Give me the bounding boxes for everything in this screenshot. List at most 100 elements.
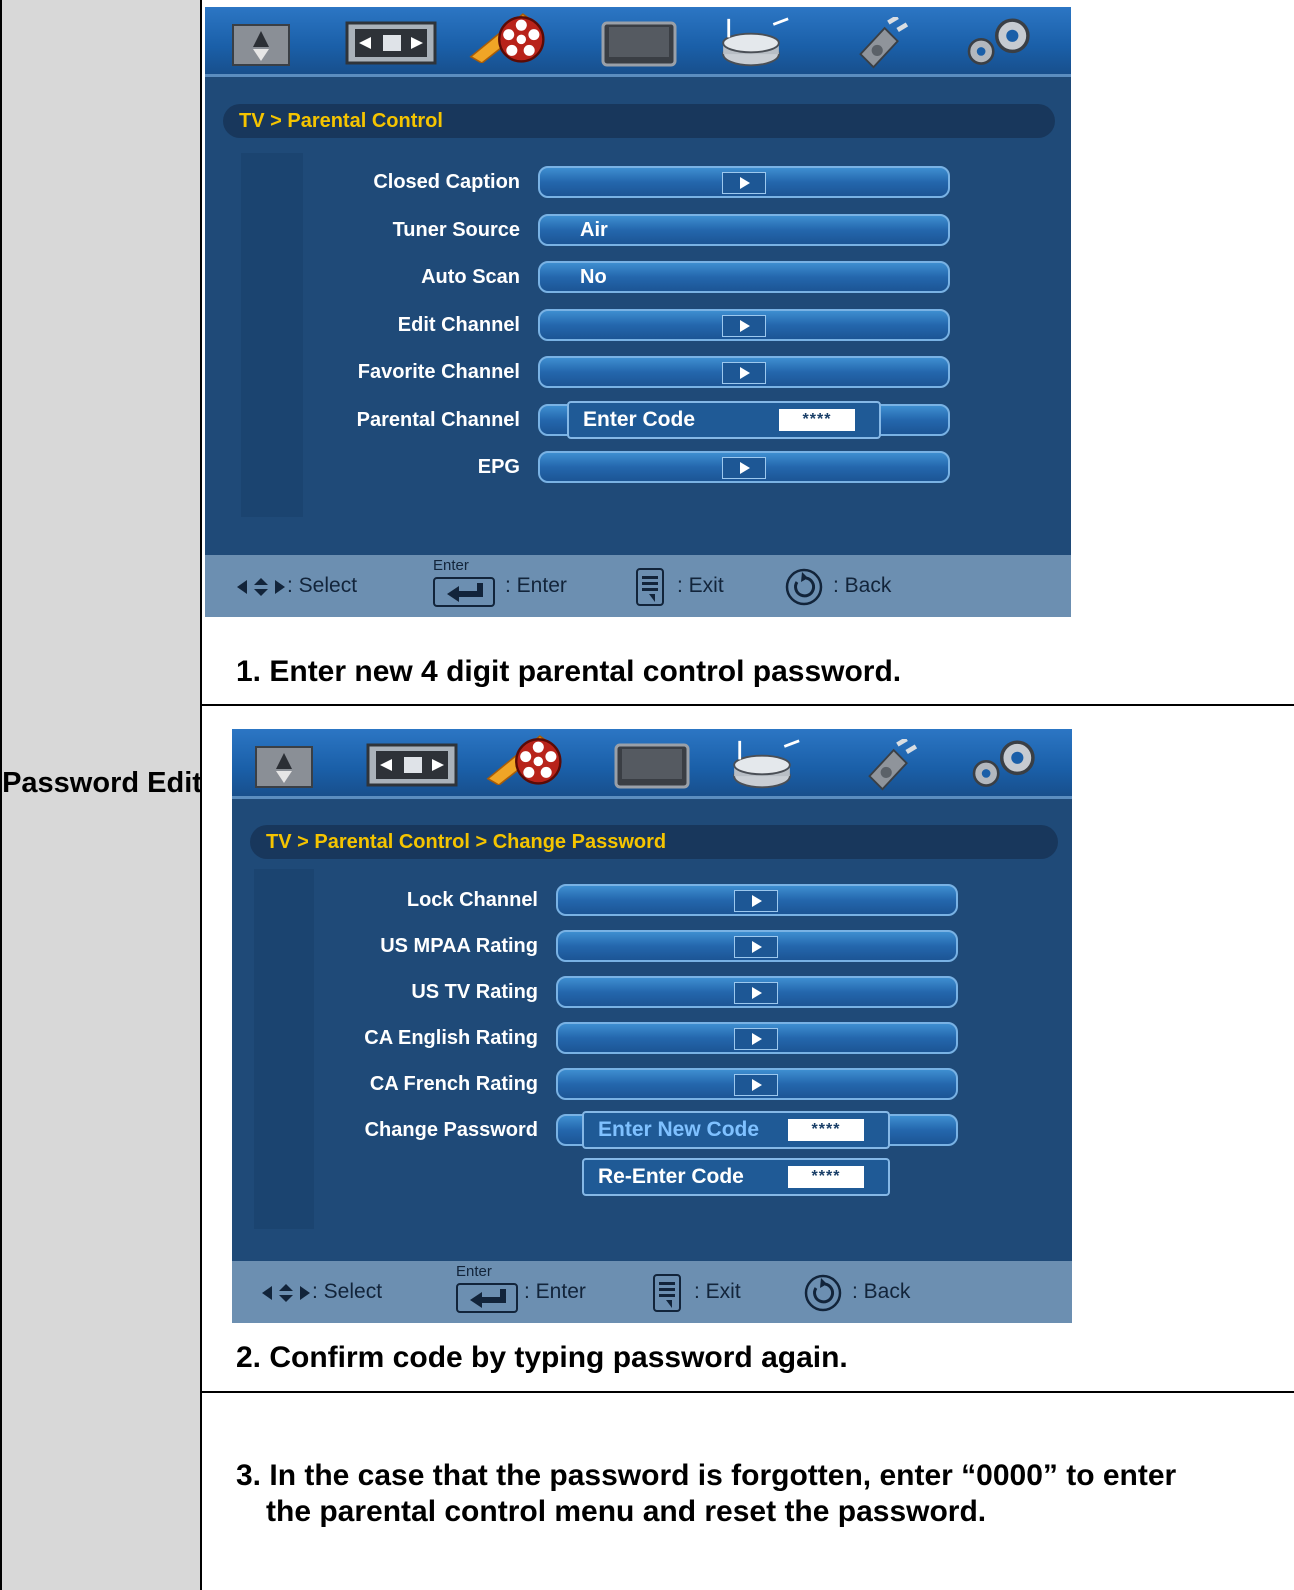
screen-size-icon xyxy=(345,21,437,65)
menu-row-slot[interactable]: Air xyxy=(538,214,950,246)
menu-row-slot[interactable] xyxy=(538,309,950,341)
footer-select-hint: : Select xyxy=(287,574,358,597)
film-reel-icon xyxy=(469,13,545,63)
menu-row-favorite-channel[interactable]: Favorite Channel xyxy=(205,354,1071,390)
footer-enter-hint: : Enter xyxy=(524,1280,586,1303)
submenu-arrow-icon[interactable] xyxy=(734,890,778,912)
enter-code-label: Enter Code xyxy=(583,408,696,431)
section-label: Password Edit xyxy=(2,767,202,799)
submenu-arrow-icon[interactable] xyxy=(734,1074,778,1096)
row-divider-2 xyxy=(202,1391,1294,1393)
menu-row-label: Parental Channel xyxy=(356,409,520,431)
footer-back-hint: : Back xyxy=(852,1280,911,1303)
step-3-text-line-2: the parental control menu and reset the … xyxy=(266,1495,987,1528)
menu-row-label: Change Password xyxy=(364,1119,538,1141)
menu-row-ca-english-rating[interactable]: CA English Rating xyxy=(232,1020,1072,1056)
code-input[interactable]: **** xyxy=(779,409,855,431)
breadcrumb: TV > Parental Control > Change Password xyxy=(250,825,1058,859)
menu-row-slot[interactable] xyxy=(538,356,950,388)
menu-row-edit-channel[interactable]: Edit Channel xyxy=(205,307,1071,343)
menu-row-us-mpaa-rating[interactable]: US MPAA Rating xyxy=(232,928,1072,964)
menu-row-slot[interactable] xyxy=(556,884,958,916)
menu-row-slot[interactable] xyxy=(556,930,958,962)
menu-row-closed-caption[interactable]: Closed Caption xyxy=(205,164,1071,200)
back-icon xyxy=(804,1274,842,1312)
enter-new-code-label: Enter New Code xyxy=(598,1118,760,1141)
menu-exit-icon xyxy=(653,1274,681,1312)
menu-row-label: EPG xyxy=(477,456,520,478)
submenu-arrow-icon[interactable] xyxy=(734,1028,778,1050)
footer-enter-hint: : Enter xyxy=(505,574,567,597)
menu-row-lock-channel[interactable]: Lock Channel xyxy=(232,882,1072,918)
osd-top-icon-bar xyxy=(232,729,1072,799)
osd-footer: : Select Enter : Enter : Exit: Back xyxy=(232,1261,1072,1323)
enter-key-icon xyxy=(456,1283,518,1313)
menu-row-us-tv-rating[interactable]: US TV Rating xyxy=(232,974,1072,1010)
picture-icon xyxy=(232,24,290,66)
menu-row-ca-french-rating[interactable]: CA French Rating xyxy=(232,1066,1072,1102)
menu-row-label: Tuner Source xyxy=(392,219,520,241)
submenu-arrow-icon[interactable] xyxy=(722,457,766,479)
step-2-text: 2. Confirm code by typing password again… xyxy=(236,1341,848,1374)
re-enter-code-label: Re-Enter Code xyxy=(598,1165,744,1188)
footer-exit-hint: : Exit xyxy=(677,574,724,597)
footer-exit-hint: : Exit xyxy=(694,1280,741,1303)
back-icon xyxy=(785,568,823,606)
menu-row-slot[interactable] xyxy=(556,1068,958,1100)
submenu-arrow-icon[interactable] xyxy=(722,172,766,194)
footer-back-hint: : Back xyxy=(833,574,892,597)
menu-row-auto-scan[interactable]: Auto Scan No xyxy=(205,259,1071,295)
step-1-text: 1. Enter new 4 digit parental control pa… xyxy=(236,655,902,688)
menu-row-label: US MPAA Rating xyxy=(380,935,538,957)
menu-row-label: Edit Channel xyxy=(397,314,520,336)
menu-row-label: CA English Rating xyxy=(364,1027,538,1049)
enter-code-box[interactable]: Enter Code **** xyxy=(567,401,881,439)
osd-footer: : Select Enter : Enter : Exit: Back xyxy=(205,555,1071,617)
menu-row-slot[interactable]: No xyxy=(538,261,950,293)
section-label-column: Password Edit xyxy=(0,0,202,1590)
menu-row-tuner-source[interactable]: Tuner Source Air xyxy=(205,212,1071,248)
menu-row-slot[interactable] xyxy=(556,1022,958,1054)
menu-row-slot[interactable] xyxy=(538,451,950,483)
row-divider-1 xyxy=(202,704,1294,706)
osd-screen-change-password: TV > Parental Control > Change Password … xyxy=(232,729,1072,1323)
osd-screen-parental-control: TV > Parental Control Closed Caption Tun… xyxy=(205,7,1071,617)
enter-new-code-box[interactable]: Enter New Code **** xyxy=(582,1111,890,1149)
menu-row-value: Air xyxy=(580,219,608,241)
breadcrumb: TV > Parental Control xyxy=(223,104,1055,138)
menu-exit-icon xyxy=(636,568,664,606)
re-enter-code-input[interactable]: **** xyxy=(788,1166,864,1188)
menu-row-slot[interactable] xyxy=(538,166,950,198)
menu-row-label: Favorite Channel xyxy=(357,361,520,383)
submenu-arrow-icon[interactable] xyxy=(722,315,766,337)
gear-icon xyxy=(972,740,1035,787)
monitor-icon xyxy=(601,21,677,67)
film-reel-icon xyxy=(486,735,562,785)
dpad-arrows-icon xyxy=(237,578,285,596)
new-code-input[interactable]: **** xyxy=(788,1119,864,1141)
step-3-text-line-1: 3. In the case that the password is forg… xyxy=(236,1459,1177,1492)
menu-row-label: US TV Rating xyxy=(411,981,538,1003)
menu-row-label: Closed Caption xyxy=(373,171,520,193)
screen-size-icon xyxy=(366,743,458,787)
menu-row-label: Lock Channel xyxy=(406,889,538,911)
document-table: Password Edit TV > Parental Control Clos… xyxy=(0,0,1294,1590)
submenu-arrow-icon[interactable] xyxy=(734,936,778,958)
menu-row-label: CA French Rating xyxy=(369,1073,538,1095)
re-enter-code-box[interactable]: Re-Enter Code **** xyxy=(582,1158,890,1196)
enter-key-icon xyxy=(433,577,495,607)
picture-icon xyxy=(255,746,313,788)
gear-icon xyxy=(967,18,1030,65)
plug-icon xyxy=(868,739,918,791)
menu-row-epg[interactable]: EPG xyxy=(205,449,1071,485)
monitor-icon xyxy=(614,743,690,789)
music-drum-icon xyxy=(722,17,789,67)
osd-top-icon-bar xyxy=(205,7,1071,77)
plug-icon xyxy=(859,17,909,69)
menu-row-parental-channel[interactable]: Parental Channel Enter Code **** xyxy=(205,401,1071,439)
menu-row-change-password[interactable]: Change Password Enter New Code **** xyxy=(232,1111,1072,1149)
music-drum-icon xyxy=(733,739,800,789)
submenu-arrow-icon[interactable] xyxy=(734,982,778,1004)
menu-row-slot[interactable] xyxy=(556,976,958,1008)
submenu-arrow-icon[interactable] xyxy=(722,362,766,384)
